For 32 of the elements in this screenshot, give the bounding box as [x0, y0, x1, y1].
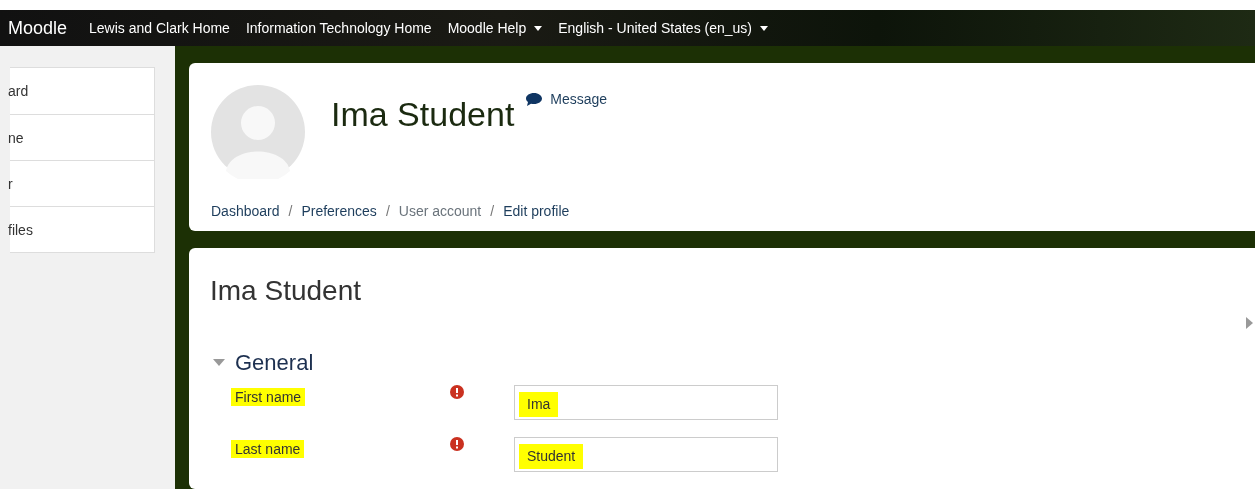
field-value: Ima	[519, 392, 559, 417]
avatar-icon	[211, 85, 305, 179]
caret-down-icon	[213, 359, 225, 366]
chat-bubble-icon	[526, 93, 543, 106]
section-toggle[interactable]: General	[213, 346, 314, 379]
breadcrumb-text: User account	[398, 202, 482, 221]
page-heading: Ima Student	[210, 274, 361, 308]
breadcrumb-link[interactable]: Edit profile	[503, 201, 570, 222]
caret-icon	[534, 25, 543, 31]
profile-name: Ima Student	[331, 94, 515, 135]
site-logo[interactable]: Moodle	[8, 14, 68, 42]
field-value: Student	[519, 444, 584, 469]
dropdown-menu[interactable]: English - United States (en_us)	[558, 17, 768, 39]
text-field[interactable]: Ima	[514, 385, 778, 420]
nav-link[interactable]: Lewis and Clark Home	[89, 17, 230, 39]
message-link[interactable]: Message	[526, 89, 608, 110]
caret-icon	[760, 25, 768, 31]
sidebar-link[interactable]: ne	[8, 115, 26, 161]
nav-link[interactable]: Information Technology Home	[245, 17, 432, 39]
text-field[interactable]: Student	[514, 437, 778, 472]
breadcrumb-separator: /	[385, 202, 390, 221]
collapse-arrow-icon[interactable]	[1246, 317, 1253, 329]
sidebar-link[interactable]: files	[8, 207, 35, 253]
sidebar-link[interactable]: r	[8, 161, 15, 207]
field-label: First name	[231, 388, 306, 406]
dropdown-menu[interactable]: Moodle Help	[447, 17, 543, 39]
sidebar-link[interactable]: ard	[8, 68, 31, 114]
breadcrumb-link[interactable]: Dashboard	[211, 201, 280, 222]
breadcrumb-link[interactable]: Preferences	[301, 201, 377, 222]
field-label: Last name	[231, 440, 305, 458]
breadcrumb-separator: /	[288, 202, 293, 221]
breadcrumb-separator: /	[490, 202, 495, 221]
